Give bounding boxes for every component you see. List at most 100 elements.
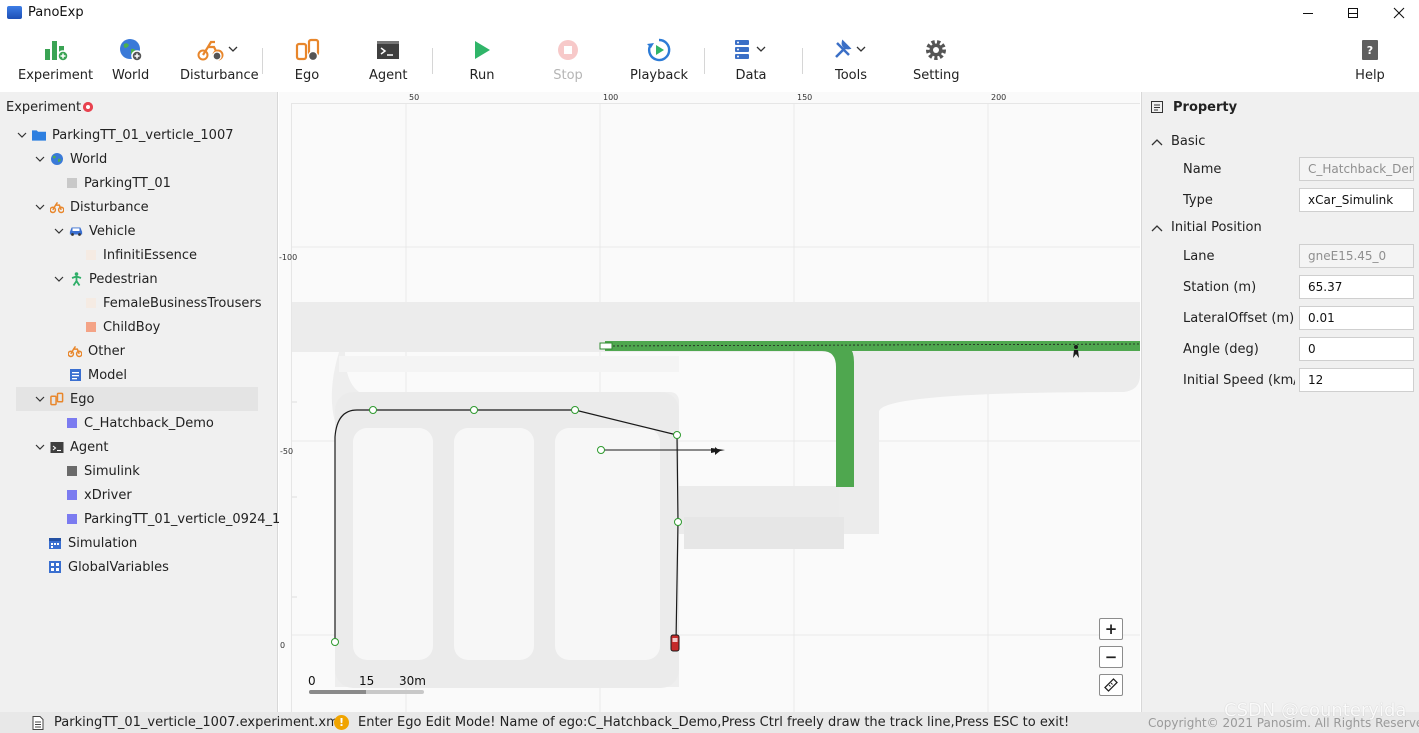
chevron-down-icon[interactable] xyxy=(16,129,28,141)
property-title: Property xyxy=(1173,100,1238,115)
tree-other-label: Other xyxy=(88,343,125,359)
tree-item-vehicle[interactable]: Vehicle xyxy=(53,219,136,243)
name-field[interactable]: C_Hatchback_Demo xyxy=(1299,157,1414,181)
disturbance-button[interactable]: Disturbance xyxy=(180,36,259,88)
tree-vehicle-item-label: InfinitiEssence xyxy=(103,247,197,263)
tree-header-title: Experiment xyxy=(6,100,82,115)
main-toolbar: Experiment World Disturbance Ego Agent R… xyxy=(0,26,1419,92)
measure-button[interactable] xyxy=(1099,674,1123,696)
tree-item-other[interactable]: Other xyxy=(68,339,125,363)
tree-item-agent[interactable]: Agent xyxy=(34,435,108,459)
scale-label-0: 0 xyxy=(308,674,316,688)
tree-item-ego-vehicle[interactable]: C_Hatchback_Demo xyxy=(67,411,214,435)
stop-button[interactable]: Stop xyxy=(553,36,583,88)
tree-item-simulation[interactable]: Simulation xyxy=(48,531,137,555)
vehicle-marker[interactable] xyxy=(711,447,725,455)
type-field[interactable]: xCar_Simulink xyxy=(1299,188,1414,212)
folder-icon xyxy=(32,128,46,142)
tree-model-label: Model xyxy=(88,367,128,383)
chevron-up-icon xyxy=(1151,138,1163,145)
tree-item-ego[interactable]: Ego xyxy=(16,387,258,411)
warning-icon: ! xyxy=(334,715,349,730)
tree-item-agent-0[interactable]: Simulink xyxy=(67,459,140,483)
experiment-tree-panel: Experiment ParkingTT_01_verticle_1007 Wo… xyxy=(0,92,280,712)
station-label: Station (m) xyxy=(1183,280,1257,295)
ruler-icon xyxy=(1104,678,1118,692)
tree-item-vehicle-model[interactable]: InfinitiEssence xyxy=(86,243,197,267)
title-bar: PanoExp xyxy=(0,0,1419,26)
record-icon[interactable] xyxy=(83,102,93,112)
help-button[interactable]: ? Help xyxy=(1355,36,1385,88)
tree-item-global-variables[interactable]: GlobalVariables xyxy=(48,555,169,579)
station-field[interactable]: 65.37 xyxy=(1299,275,1414,299)
pedestrian-square-icon xyxy=(86,322,96,332)
tree-simulation-label: Simulation xyxy=(68,535,138,551)
panoexp-window: PanoExp Experiment World Disturbance Ego… xyxy=(0,0,1419,733)
chevron-down-icon[interactable] xyxy=(34,441,46,453)
experiment-label: Experiment xyxy=(18,68,94,83)
section-initial-position-label: Initial Position xyxy=(1171,220,1262,235)
lane-field[interactable]: gneE15.45_0 xyxy=(1299,244,1414,268)
ruler-left: -100 -50 0 xyxy=(279,104,297,712)
car-icon xyxy=(69,224,83,238)
data-button[interactable]: Data xyxy=(731,36,771,88)
tree-item-disturbance[interactable]: Disturbance xyxy=(34,195,149,219)
playback-label: Playback xyxy=(630,68,689,83)
model-document-icon xyxy=(68,368,82,382)
minimize-window-button[interactable] xyxy=(1285,0,1331,26)
database-icon xyxy=(731,36,771,64)
ego-car[interactable] xyxy=(670,634,680,652)
maximize-window-button[interactable] xyxy=(1330,0,1376,26)
agent-square-icon xyxy=(67,466,77,476)
initial-speed-field[interactable]: 12 xyxy=(1299,368,1414,392)
tree-item-pedestrian[interactable]: Pedestrian xyxy=(53,267,158,291)
tools-button[interactable]: Tools xyxy=(831,36,871,88)
zoom-in-button[interactable]: + xyxy=(1099,618,1123,640)
status-file-name: ParkingTT_01_verticle_1007.experiment.xm… xyxy=(54,715,343,730)
agent-button[interactable]: Agent xyxy=(369,36,407,88)
lateral-offset-label: LateralOffset (m) xyxy=(1183,311,1295,326)
chevron-down-icon[interactable] xyxy=(34,393,46,405)
run-button[interactable]: Run xyxy=(467,36,497,88)
lane-label: Lane xyxy=(1183,249,1215,264)
ruler-left-label: 0 xyxy=(280,641,286,650)
chevron-down-icon[interactable] xyxy=(53,273,65,285)
toolbar-separator xyxy=(802,48,803,74)
angle-field[interactable]: 0 xyxy=(1299,337,1414,361)
name-label: Name xyxy=(1183,162,1222,177)
tree-item-root[interactable]: ParkingTT_01_verticle_1007 xyxy=(16,123,233,147)
map-square-icon xyxy=(67,178,77,188)
tree-world-label: World xyxy=(70,151,108,167)
tree-pedestrian-item-label: FemaleBusinessTrousers xyxy=(103,295,262,311)
lateral-offset-field[interactable]: 0.01 xyxy=(1299,306,1414,330)
chevron-down-icon[interactable] xyxy=(34,201,46,213)
chevron-down-icon[interactable] xyxy=(34,153,46,165)
tree-item-pedestrian-1[interactable]: ChildBoy xyxy=(86,315,160,339)
tree-item-world[interactable]: World xyxy=(34,147,107,171)
zoom-out-button[interactable]: − xyxy=(1099,646,1123,668)
close-window-button[interactable] xyxy=(1376,0,1419,26)
tree-item-model[interactable]: Model xyxy=(68,363,127,387)
map-canvas[interactable]: 50 100 150 200 -100 -50 0 + − 0 15 30m xyxy=(279,92,1140,712)
tree-agent-item-label: Simulink xyxy=(84,463,140,479)
property-icon xyxy=(1151,101,1163,113)
ruler-top: 50 100 150 200 xyxy=(291,92,1140,104)
world-button[interactable]: World xyxy=(112,36,149,88)
tree-item-world-map[interactable]: ParkingTT_01 xyxy=(67,171,171,195)
tree-item-agent-2[interactable]: ParkingTT_01_verticle_0924_1 xyxy=(67,507,280,531)
experiment-button[interactable]: Experiment xyxy=(18,36,93,88)
ruler-top-label: 150 xyxy=(797,93,813,102)
playback-button[interactable]: Playback xyxy=(630,36,688,88)
setting-label: Setting xyxy=(913,68,960,83)
ego-icon xyxy=(292,36,322,64)
tree-item-agent-1[interactable]: xDriver xyxy=(67,483,132,507)
chevron-down-icon[interactable] xyxy=(53,225,65,237)
setting-button[interactable]: Setting xyxy=(913,36,960,88)
section-basic[interactable]: Basic xyxy=(1151,134,1205,149)
vehicle-square-icon xyxy=(86,250,96,260)
ego-button[interactable]: Ego xyxy=(292,36,322,88)
tree-item-pedestrian-0[interactable]: FemaleBusinessTrousers xyxy=(86,291,262,315)
map-drawing[interactable] xyxy=(279,92,1140,712)
section-initial-position[interactable]: Initial Position xyxy=(1151,220,1262,235)
run-label: Run xyxy=(469,68,495,83)
